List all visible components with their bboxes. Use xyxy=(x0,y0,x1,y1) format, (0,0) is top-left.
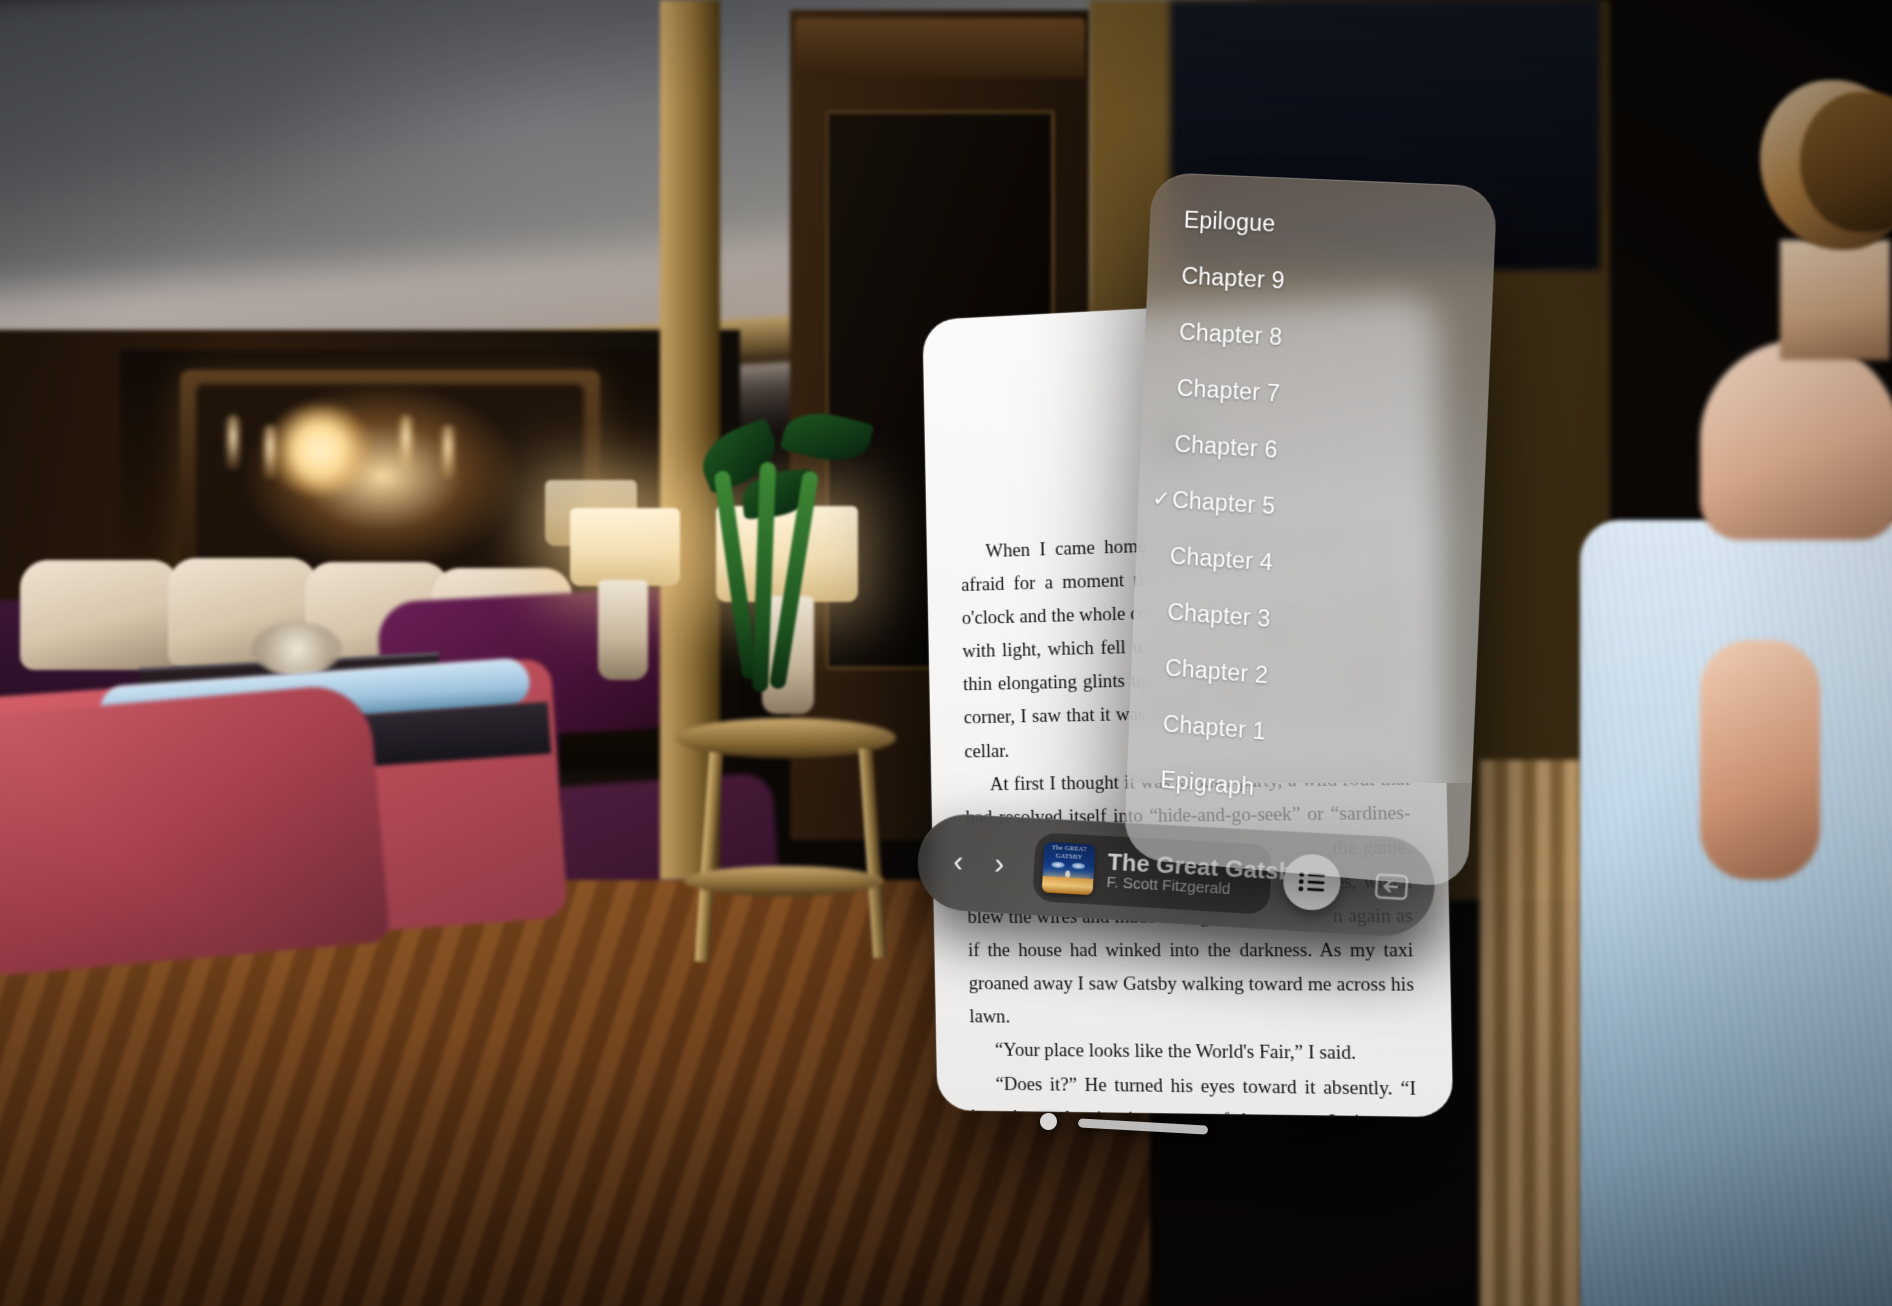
chapter-menu-popover[interactable]: ✓Epilogue✓Chapter 9✓Chapter 8✓Chapter 7✓… xyxy=(1123,172,1497,888)
lamp-base-left xyxy=(598,580,648,680)
cover-title-text: The GREAT GATSBY xyxy=(1044,844,1096,863)
sofa-cushion xyxy=(20,560,180,670)
cover-city-lights xyxy=(1042,876,1094,895)
menu-item-label: Chapter 8 xyxy=(1179,318,1283,351)
figure-neck xyxy=(1780,240,1890,360)
menu-item-label: Chapter 9 xyxy=(1181,262,1285,294)
menu-item-label: Chapter 1 xyxy=(1162,710,1266,745)
window-close-button[interactable] xyxy=(1040,1113,1057,1130)
side-table-shelf xyxy=(684,866,884,896)
red-blanket xyxy=(0,682,391,978)
figure-dress xyxy=(1580,520,1892,1306)
paragraph: “Does it?” He turned his eyes toward it … xyxy=(970,1067,1417,1117)
next-page-button[interactable]: › xyxy=(979,840,1019,888)
menu-item-label: Chapter 4 xyxy=(1169,542,1273,576)
cover-title-line2: GATSBY xyxy=(1055,853,1082,862)
armoire-pediment xyxy=(795,18,1085,78)
menu-item-label: Epigraph xyxy=(1160,766,1255,801)
menu-item-label: Chapter 6 xyxy=(1174,430,1278,463)
menu-item-label: Epilogue xyxy=(1183,206,1276,237)
menu-item-label: Chapter 3 xyxy=(1167,598,1271,632)
cover-eye-left-icon xyxy=(1051,861,1065,868)
book-cover-thumbnail: The GREAT GATSBY xyxy=(1042,842,1096,895)
figure-arm xyxy=(1700,640,1820,880)
cover-eye-right-icon xyxy=(1072,863,1086,870)
previous-page-button[interactable]: ‹ xyxy=(939,838,978,886)
lamp-shade-left xyxy=(570,508,680,586)
wall-sconce-left xyxy=(225,415,241,469)
wall-sconce-left-2 xyxy=(262,425,278,479)
figure-shoulder xyxy=(1700,340,1892,540)
flower-centerpiece xyxy=(252,622,342,676)
menu-item-label: Chapter 2 xyxy=(1165,654,1269,689)
wall-sconce-right xyxy=(398,415,414,469)
paragraph: “Your place looks like the World's Fair,… xyxy=(970,1034,1416,1072)
menu-item-label: Chapter 7 xyxy=(1176,374,1280,407)
mirror-light-reflection xyxy=(265,405,375,495)
menu-item-label: Chapter 5 xyxy=(1172,486,1276,520)
checkmark-icon: ✓ xyxy=(1152,487,1175,510)
wall-sconce-right-2 xyxy=(440,425,456,479)
